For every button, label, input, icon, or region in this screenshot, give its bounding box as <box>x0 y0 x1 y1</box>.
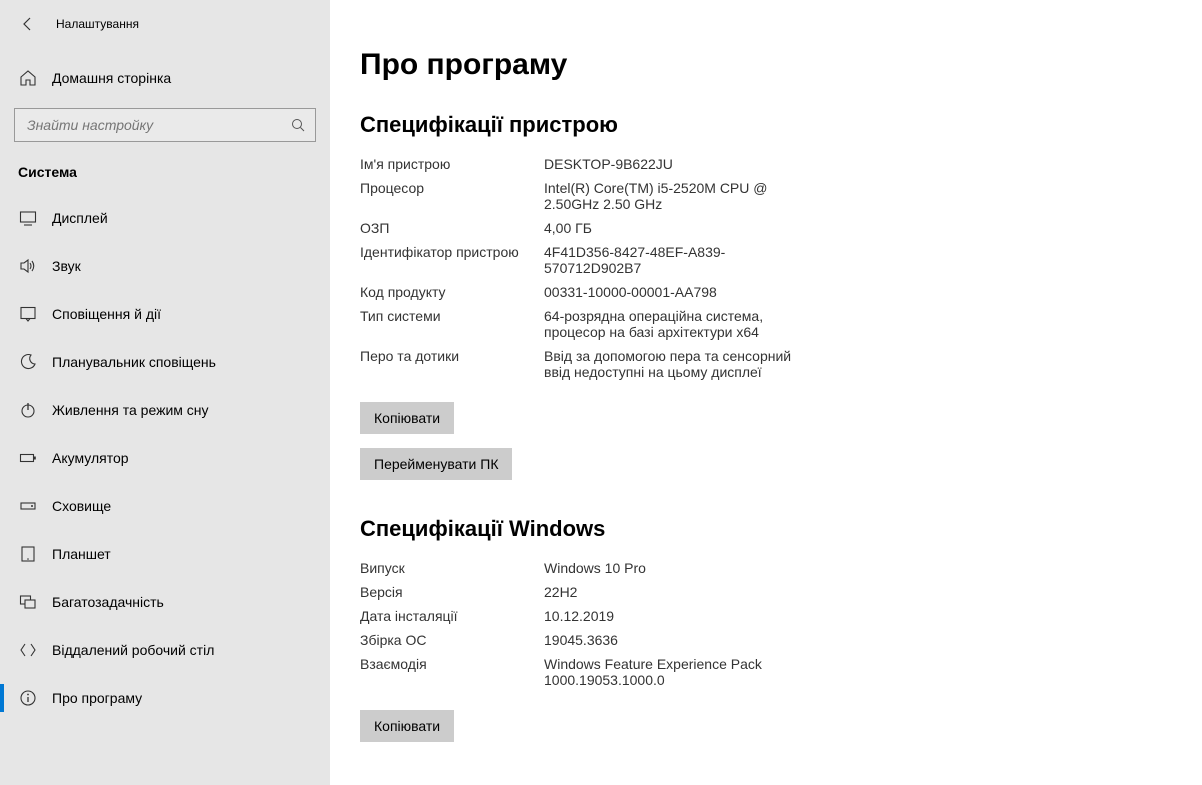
spec-value: 4F41D356-8427-48EF-A839-570712D902B7 <box>544 244 814 276</box>
spec-label: Збірка ОС <box>360 632 544 648</box>
spec-label: Дата інсталяції <box>360 608 544 624</box>
back-button[interactable] <box>8 4 48 44</box>
device-specs: Ім'я пристрою DESKTOP-9B622JU Процесор I… <box>360 156 1172 380</box>
sidebar-item-label: Сповіщення й дії <box>52 306 161 322</box>
main-content: Про програму Специфікації пристрою Ім'я … <box>330 0 1202 785</box>
spec-row: Процесор Intel(R) Core(TM) i5-2520M CPU … <box>360 180 1172 212</box>
spec-value: 64-розрядна операційна система, процесор… <box>544 308 814 340</box>
sidebar: Налаштування Домашня сторінка Система Ди… <box>0 0 330 785</box>
sidebar-item-label: Дисплей <box>52 210 108 226</box>
spec-value: DESKTOP-9B622JU <box>544 156 673 172</box>
sidebar-home[interactable]: Домашня сторінка <box>0 56 330 100</box>
display-icon <box>18 209 38 227</box>
search-icon <box>291 118 305 132</box>
notifications-icon <box>18 305 38 323</box>
spec-label: Версія <box>360 584 544 600</box>
spec-value: Windows 10 Pro <box>544 560 646 576</box>
spec-row: Збірка ОС 19045.3636 <box>360 632 1172 648</box>
sidebar-item-label: Звук <box>52 258 81 274</box>
sidebar-item-label: Сховище <box>52 498 111 514</box>
spec-label: ОЗП <box>360 220 544 236</box>
copy-windows-specs-button[interactable]: Копіювати <box>360 710 454 742</box>
sidebar-item-remote-desktop[interactable]: Віддалений робочий стіл <box>0 626 330 674</box>
sidebar-item-power[interactable]: Живлення та режим сну <box>0 386 330 434</box>
header-row: Налаштування <box>0 0 330 48</box>
spec-value: 10.12.2019 <box>544 608 614 624</box>
sidebar-item-label: Багатозадачність <box>52 594 164 610</box>
windows-specs: Випуск Windows 10 Pro Версія 22H2 Дата і… <box>360 560 1172 688</box>
sidebar-item-label: Живлення та режим сну <box>52 402 209 418</box>
sidebar-item-battery[interactable]: Акумулятор <box>0 434 330 482</box>
nav-list: Дисплей Звук Сповіщення й дії Планувальн… <box>0 194 330 722</box>
sidebar-item-label: Віддалений робочий стіл <box>52 642 214 658</box>
spec-row: Взаємодія Windows Feature Experience Pac… <box>360 656 1172 688</box>
sidebar-item-label: Акумулятор <box>52 450 129 466</box>
spec-row: Випуск Windows 10 Pro <box>360 560 1172 576</box>
spec-row: Версія 22H2 <box>360 584 1172 600</box>
spec-row: Код продукту 00331-10000-00001-AA798 <box>360 284 1172 300</box>
spec-row: Ім'я пристрою DESKTOP-9B622JU <box>360 156 1172 172</box>
spec-row: Тип системи 64-розрядна операційна систе… <box>360 308 1172 340</box>
device-spec-title: Специфікації пристрою <box>360 112 1172 138</box>
spec-label: Ідентифікатор пристрою <box>360 244 544 276</box>
moon-icon <box>18 353 38 371</box>
sidebar-item-sound[interactable]: Звук <box>0 242 330 290</box>
sidebar-item-focus-assist[interactable]: Планувальник сповіщень <box>0 338 330 386</box>
search-input[interactable] <box>15 117 315 133</box>
spec-label: Ім'я пристрою <box>360 156 544 172</box>
spec-value: Windows Feature Experience Pack 1000.190… <box>544 656 814 688</box>
spec-value: 22H2 <box>544 584 577 600</box>
spec-label: Взаємодія <box>360 656 544 688</box>
sidebar-item-label: Планшет <box>52 546 111 562</box>
multitask-icon <box>18 593 38 611</box>
sidebar-home-label: Домашня сторінка <box>52 70 171 86</box>
spec-value: 4,00 ГБ <box>544 220 592 236</box>
spec-value: Intel(R) Core(TM) i5-2520M CPU @ 2.50GHz… <box>544 180 814 212</box>
search-box[interactable] <box>14 108 316 142</box>
info-icon <box>18 689 38 707</box>
spec-label: Випуск <box>360 560 544 576</box>
sidebar-item-about[interactable]: Про програму <box>0 674 330 722</box>
spec-value: 19045.3636 <box>544 632 618 648</box>
remote-icon <box>18 641 38 659</box>
spec-value: Ввід за допомогою пера та сенсорний ввід… <box>544 348 814 380</box>
battery-icon <box>18 449 38 467</box>
search-wrap <box>0 100 330 146</box>
sidebar-item-tablet[interactable]: Планшет <box>0 530 330 578</box>
spec-label: Код продукту <box>360 284 544 300</box>
home-icon <box>18 69 38 87</box>
spec-label: Перо та дотики <box>360 348 544 380</box>
power-icon <box>18 401 38 419</box>
spec-row: Перо та дотики Ввід за допомогою пера та… <box>360 348 1172 380</box>
spec-row: ОЗП 4,00 ГБ <box>360 220 1172 236</box>
tablet-icon <box>18 545 38 563</box>
sidebar-section-label: Система <box>0 146 330 186</box>
sidebar-item-display[interactable]: Дисплей <box>0 194 330 242</box>
sidebar-item-label: Планувальник сповіщень <box>52 354 216 370</box>
sidebar-item-notifications[interactable]: Сповіщення й дії <box>0 290 330 338</box>
sidebar-item-label: Про програму <box>52 690 142 706</box>
rename-pc-button[interactable]: Перейменувати ПК <box>360 448 512 480</box>
spec-label: Тип системи <box>360 308 544 340</box>
copy-device-specs-button[interactable]: Копіювати <box>360 402 454 434</box>
spec-label: Процесор <box>360 180 544 212</box>
page-title: Про програму <box>360 48 1172 82</box>
storage-icon <box>18 497 38 515</box>
windows-spec-title: Специфікації Windows <box>360 516 1172 542</box>
spec-value: 00331-10000-00001-AA798 <box>544 284 717 300</box>
window-title: Налаштування <box>56 17 139 31</box>
spec-row: Дата інсталяції 10.12.2019 <box>360 608 1172 624</box>
sidebar-item-storage[interactable]: Сховище <box>0 482 330 530</box>
sidebar-item-multitasking[interactable]: Багатозадачність <box>0 578 330 626</box>
spec-row: Ідентифікатор пристрою 4F41D356-8427-48E… <box>360 244 1172 276</box>
sound-icon <box>18 257 38 275</box>
arrow-left-icon <box>20 16 36 32</box>
